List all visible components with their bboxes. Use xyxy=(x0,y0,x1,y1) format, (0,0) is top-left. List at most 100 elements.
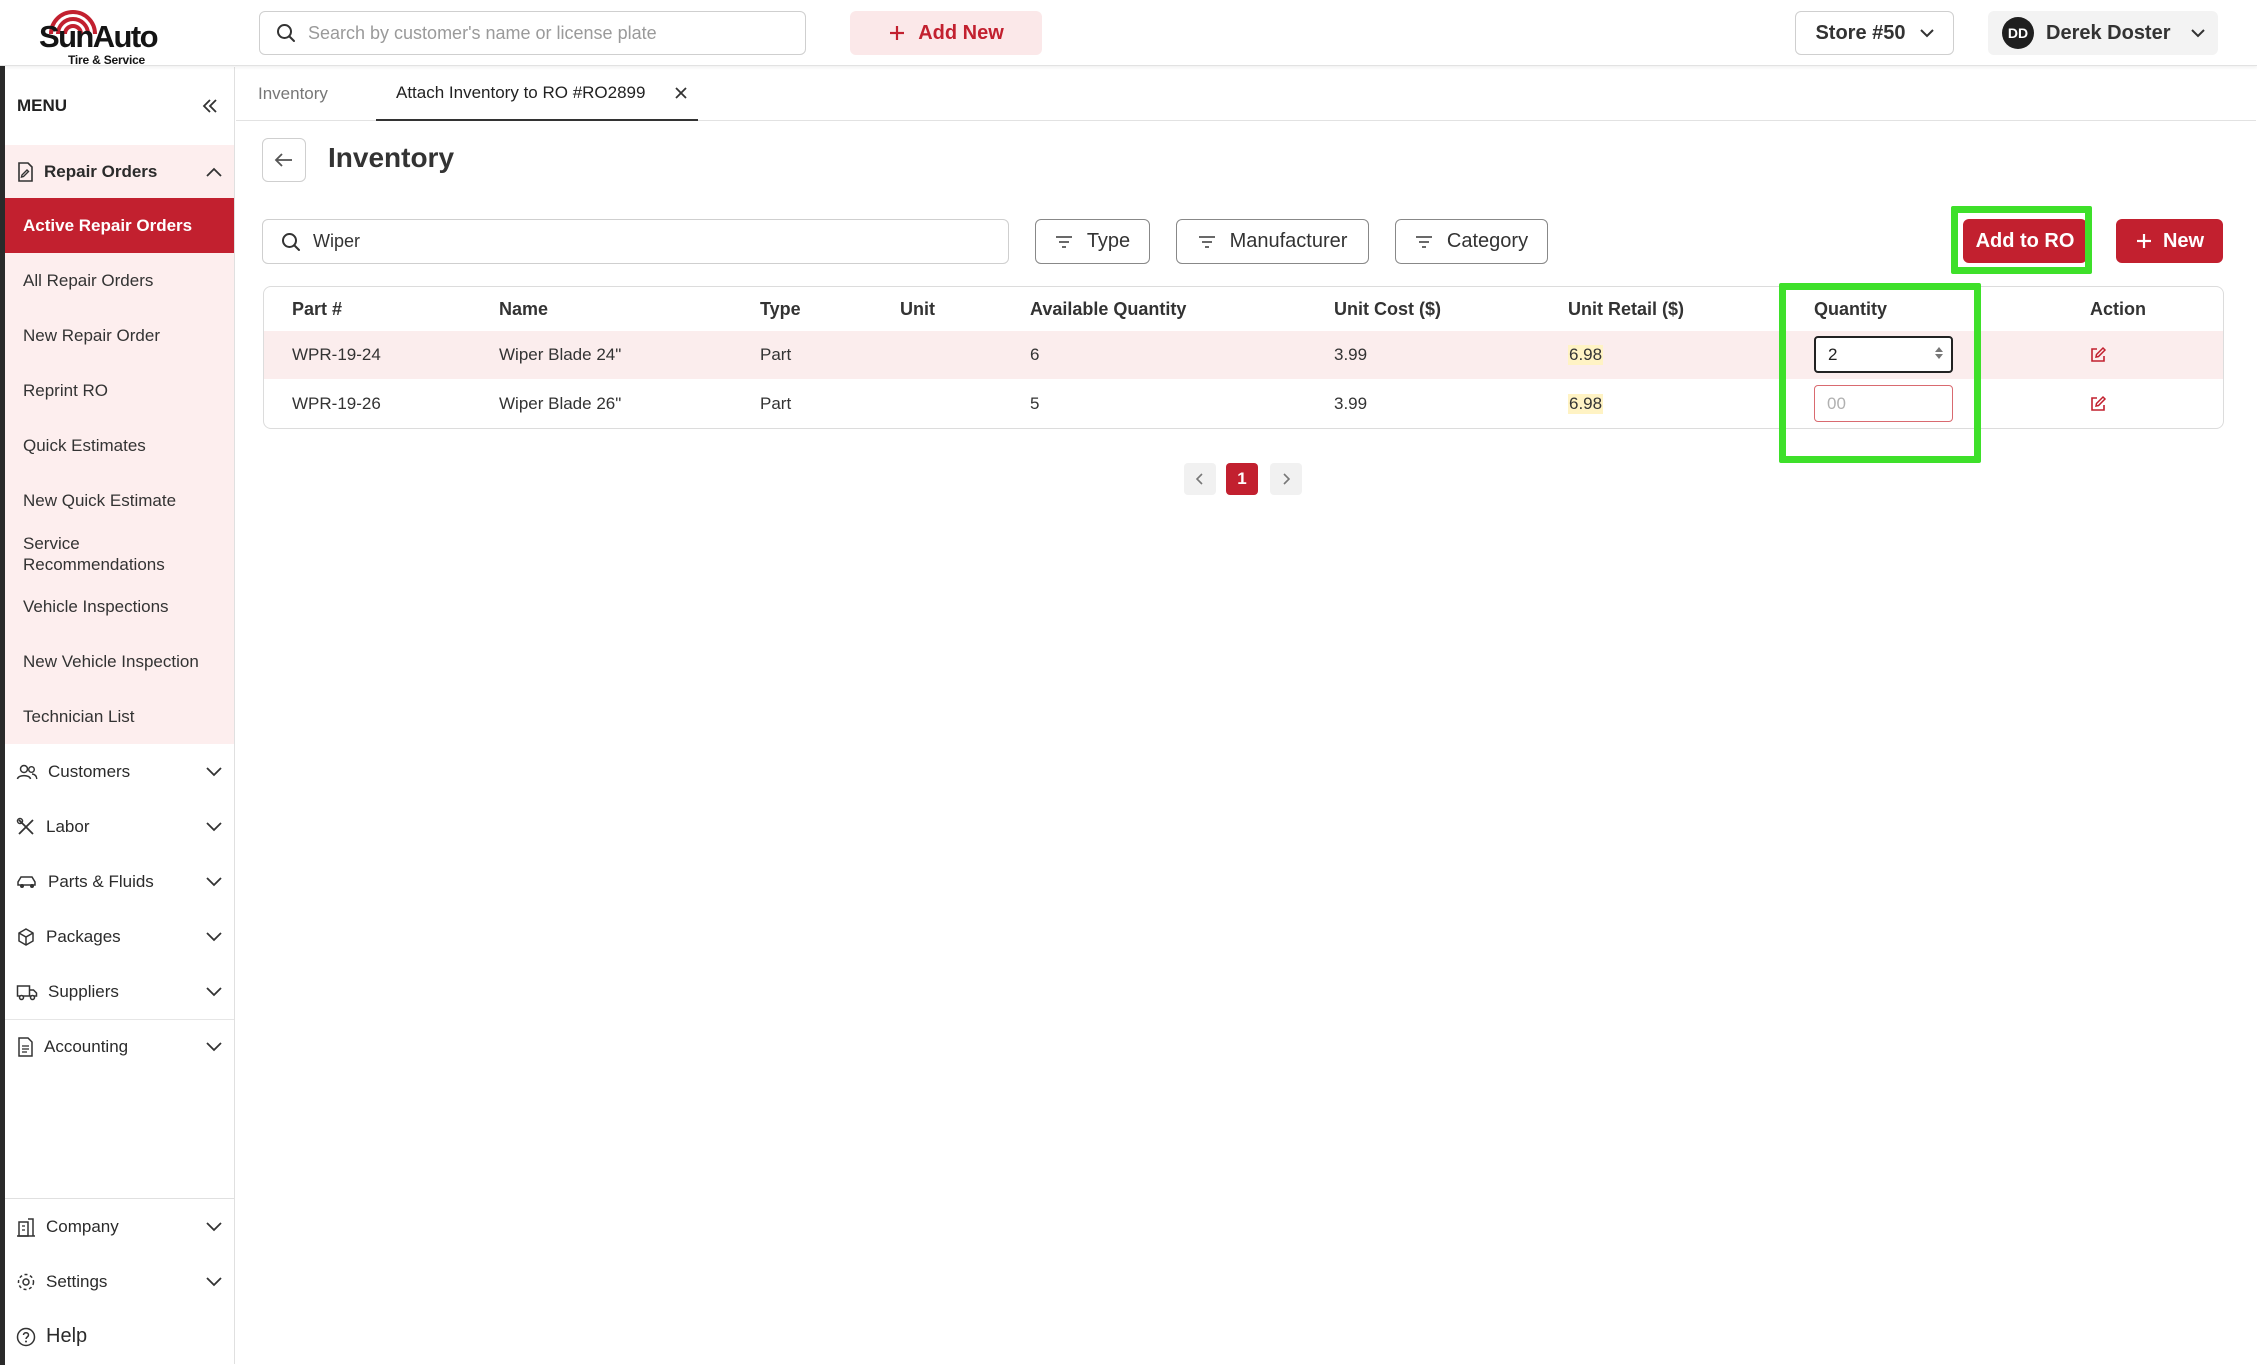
column-header: Part # xyxy=(292,298,343,319)
cell-part-number: WPR-19-26 xyxy=(292,394,381,413)
column-header: Name xyxy=(499,298,549,319)
sidebar-item-all-repair-orders[interactable]: All Repair Orders xyxy=(5,253,234,308)
sidebar-group-suppliers[interactable]: Suppliers xyxy=(5,964,234,1019)
menu-header: MENU xyxy=(5,67,234,145)
sidebar-group-parts-fluids[interactable]: Parts & Fluids xyxy=(5,854,234,909)
sidebar-item-quick-estimates[interactable]: Quick Estimates xyxy=(5,418,234,473)
cell-type: Part xyxy=(760,394,792,413)
cell-type: Part xyxy=(760,345,792,364)
chevron-down-icon xyxy=(206,1276,222,1286)
close-icon[interactable] xyxy=(674,86,688,100)
column-header: Unit xyxy=(900,298,935,319)
logo-tagline: Tire & Service xyxy=(68,53,146,67)
sidebar-item-service-recommendations[interactable]: Service Recommendations xyxy=(5,528,234,579)
store-label: Store #50 xyxy=(1815,21,1906,44)
collapse-menu-icon[interactable] xyxy=(202,98,218,114)
unit-retail-value: 6.98 xyxy=(1568,345,1604,365)
cell-available-quantity: 5 xyxy=(1030,394,1040,413)
sidebar-group-company[interactable]: Company xyxy=(5,1199,234,1254)
user-name: Derek Doster xyxy=(2046,21,2171,44)
filter-label: Type xyxy=(1086,230,1131,252)
chevron-down-icon xyxy=(206,1042,222,1052)
repair-order-icon xyxy=(18,161,33,182)
cell-unit-cost: 3.99 xyxy=(1334,345,1368,364)
pagination-prev-button[interactable] xyxy=(1184,463,1216,495)
filter-type-button[interactable]: Type xyxy=(1035,219,1150,264)
filter-icon xyxy=(1055,235,1072,248)
logo-wordmark: SunAuto xyxy=(39,19,159,54)
sidebar-help[interactable]: Help xyxy=(5,1309,234,1364)
sunauto-logo[interactable]: SunAuto Tire & Service xyxy=(36,6,166,67)
filter-label: Category xyxy=(1446,230,1529,252)
sidebar-group-settings[interactable]: Settings xyxy=(5,1254,234,1309)
tab-attach-inventory[interactable]: Attach Inventory to RO #RO2899 xyxy=(376,67,698,121)
sidebar-item-label: Service Recommendations xyxy=(23,533,165,574)
sidebar-group-label: Suppliers xyxy=(48,981,119,1001)
sidebar-group-customers[interactable]: Customers xyxy=(5,744,234,799)
pagination-next-button[interactable] xyxy=(1270,463,1302,495)
sidebar-group-accounting[interactable]: Accounting xyxy=(5,1019,234,1074)
sidebar-item-vehicle-inspections[interactable]: Vehicle Inspections xyxy=(5,579,234,634)
unit-retail-value: 6.98 xyxy=(1568,394,1604,414)
edit-button[interactable] xyxy=(2089,379,2107,428)
inventory-search-input[interactable] xyxy=(313,231,993,252)
gear-icon xyxy=(17,1273,35,1290)
highlight-add-to-ro xyxy=(1951,206,2092,274)
cell-unit-retail: 6.98 xyxy=(1568,379,1604,428)
global-search-input[interactable] xyxy=(308,22,788,44)
chevron-down-icon xyxy=(206,1221,222,1231)
column-header: Available Quantity xyxy=(1030,298,1187,319)
pagination-page-button[interactable]: 1 xyxy=(1226,463,1258,495)
user-menu[interactable]: DD Derek Doster xyxy=(1988,11,2218,55)
tab-bar: Inventory Attach Inventory to RO #RO2899 xyxy=(236,67,2256,121)
sidebar-group-label: Parts & Fluids xyxy=(48,871,154,891)
chevron-up-icon xyxy=(206,167,222,177)
sidebar-group-label: Packages xyxy=(46,926,121,946)
sidebar-group-packages[interactable]: Packages xyxy=(5,909,234,964)
users-icon xyxy=(16,764,38,779)
sidebar-item-technician-list[interactable]: Technician List xyxy=(5,689,234,744)
sidebar-item-new-quick-estimate[interactable]: New Quick Estimate xyxy=(5,473,234,528)
sidebar-group-label: Labor xyxy=(46,816,90,836)
sidebar-group-label: Repair Orders xyxy=(44,161,158,181)
sidebar-group-label: Customers xyxy=(48,761,131,781)
cell-available-quantity: 6 xyxy=(1030,345,1040,364)
new-item-button[interactable]: New xyxy=(2116,219,2223,263)
tab-inventory[interactable]: Inventory xyxy=(258,67,328,121)
edit-button[interactable] xyxy=(2089,331,2107,379)
sidebar-group-label: Company xyxy=(46,1216,119,1236)
inventory-search[interactable] xyxy=(262,219,1009,264)
sidebar-item-reprint-ro[interactable]: Reprint RO xyxy=(5,363,234,418)
car-icon xyxy=(17,875,36,888)
tools-icon xyxy=(16,817,34,835)
sidebar-group-label: Accounting xyxy=(44,1037,129,1056)
sidebar-group-labor[interactable]: Labor xyxy=(5,799,234,854)
help-icon xyxy=(16,1327,36,1346)
add-new-label: Add New xyxy=(918,21,1004,44)
filter-icon xyxy=(1198,235,1215,248)
sidebar-group-repair-orders[interactable]: Repair Orders xyxy=(5,145,234,198)
filter-manufacturer-button[interactable]: Manufacturer xyxy=(1176,219,1369,264)
search-icon xyxy=(277,24,295,42)
back-button[interactable] xyxy=(262,138,306,182)
filter-label: Manufacturer xyxy=(1229,230,1348,252)
cell-unit-retail: 6.98 xyxy=(1568,331,1604,379)
package-icon xyxy=(18,927,34,946)
chevron-down-icon xyxy=(1919,28,1934,37)
help-label: Help xyxy=(46,1325,88,1347)
global-search[interactable] xyxy=(259,11,806,55)
chevron-down-icon xyxy=(206,821,222,831)
tab-label: Attach Inventory to RO #RO2899 xyxy=(396,83,646,102)
column-header: Unit Retail ($) xyxy=(1568,298,1685,319)
edit-icon xyxy=(2091,395,2107,411)
store-selector[interactable]: Store #50 xyxy=(1795,11,1954,55)
add-new-button[interactable]: Add New xyxy=(850,11,1042,55)
filter-category-button[interactable]: Category xyxy=(1395,219,1548,264)
sidebar-bottom: Company Settings Help xyxy=(5,1198,234,1364)
chevron-right-icon xyxy=(1283,473,1290,485)
column-header: Unit Cost ($) xyxy=(1334,298,1441,319)
document-icon xyxy=(18,1037,33,1057)
sidebar-item-active-repair-orders[interactable]: Active Repair Orders xyxy=(5,198,234,253)
sidebar-item-new-vehicle-inspection[interactable]: New Vehicle Inspection xyxy=(5,634,234,689)
sidebar-item-new-repair-order[interactable]: New Repair Order xyxy=(5,308,234,363)
